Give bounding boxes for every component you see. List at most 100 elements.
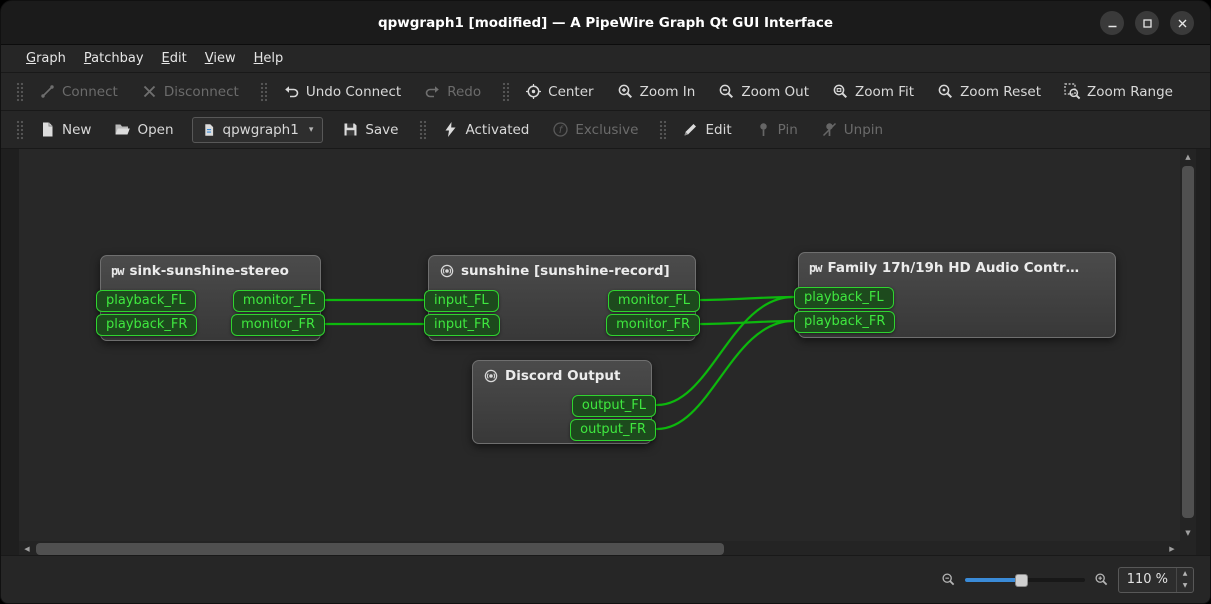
node-header: sunshine [sunshine-record] — [429, 256, 695, 283]
unpin-label: Unpin — [844, 122, 883, 138]
zoom-reset-icon — [937, 83, 954, 100]
port-playback-fl[interactable]: playback_FL — [794, 287, 894, 309]
pin-icon — [755, 121, 772, 138]
zoom-reset-label: Zoom Reset — [960, 84, 1041, 100]
menu-help[interactable]: Help — [245, 47, 293, 70]
undo-icon — [283, 83, 300, 100]
toolbar-drag-handle[interactable] — [659, 120, 666, 140]
zoom-slider-handle[interactable] — [1015, 574, 1028, 587]
undo-connect-button[interactable]: Undo Connect — [274, 78, 410, 105]
patchbay-file-icon — [202, 123, 216, 137]
port-input-fr[interactable]: input_FR — [424, 314, 500, 336]
open-button[interactable]: Open — [105, 116, 182, 143]
zoom-spinbox[interactable]: 110 % ▲ ▼ — [1118, 567, 1194, 593]
node-sink-sunshine-stereo[interactable]: pw sink-sunshine-stereo playback_FL play… — [100, 255, 321, 341]
unpin-button[interactable]: Unpin — [812, 116, 892, 143]
zoom-slider[interactable] — [965, 573, 1085, 587]
connect-button[interactable]: Connect — [30, 78, 127, 105]
zoom-in-small-icon[interactable] — [1094, 572, 1109, 587]
node-title: sunshine [sunshine-record] — [461, 263, 670, 279]
save-button[interactable]: Save — [333, 116, 407, 143]
menu-graph[interactable]: Graph — [17, 47, 75, 70]
window-title: qpwgraph1 [modified] — A PipeWire Graph … — [1, 1, 1210, 45]
toolbar-drag-handle[interactable] — [502, 82, 509, 102]
disconnect-label: Disconnect — [164, 84, 239, 100]
activated-bolt-icon — [442, 121, 459, 138]
zoom-in-label: Zoom In — [640, 84, 696, 100]
zoom-out-button[interactable]: Zoom Out — [709, 78, 818, 105]
new-button[interactable]: New — [30, 116, 100, 143]
toolbar-drag-handle[interactable] — [419, 120, 426, 140]
port-playback-fr[interactable]: playback_FR — [96, 314, 197, 336]
node-family-hd-audio[interactable]: pw Family 17h/19h HD Audio Contr… playba… — [798, 252, 1116, 338]
pipewire-icon: pw — [111, 264, 123, 278]
disconnect-button[interactable]: Disconnect — [132, 78, 248, 105]
svg-text:f: f — [559, 125, 564, 136]
exclusive-icon: f — [552, 121, 569, 138]
port-output-fl[interactable]: output_FL — [572, 395, 656, 417]
scroll-up-arrow[interactable]: ▲ — [1180, 149, 1196, 165]
connect-icon — [39, 83, 56, 100]
port-monitor-fl[interactable]: monitor_FL — [608, 290, 700, 312]
zoom-range-button[interactable]: Zoom Range — [1055, 78, 1182, 105]
chevron-down-icon: ▾ — [309, 125, 314, 135]
status-bar: 110 % ▲ ▼ — [1, 555, 1210, 603]
toolbar-drag-handle[interactable] — [16, 82, 23, 102]
pin-label: Pin — [778, 122, 798, 138]
toolbar-drag-handle[interactable] — [16, 120, 23, 140]
maximize-button[interactable] — [1135, 11, 1159, 35]
horizontal-scrollbar-handle[interactable] — [36, 543, 724, 555]
node-header: pw Family 17h/19h HD Audio Contr… — [799, 253, 1115, 280]
zoom-out-small-icon[interactable] — [941, 572, 956, 587]
menu-view[interactable]: View — [196, 47, 245, 70]
edit-toggle[interactable]: Edit — [673, 116, 740, 143]
main-toolbar: Connect Disconnect Undo Connect Redo — [1, 73, 1210, 111]
node-discord-output[interactable]: Discord Output output_FL output_FR — [472, 360, 652, 444]
redo-icon — [424, 83, 441, 100]
center-button[interactable]: Center — [516, 78, 602, 105]
zoom-in-button[interactable]: Zoom In — [608, 78, 705, 105]
activated-toggle[interactable]: Activated — [433, 116, 538, 143]
node-header: Discord Output — [473, 361, 651, 388]
toolbar-drag-handle[interactable] — [260, 82, 267, 102]
vertical-scrollbar[interactable]: ▲ ▼ — [1180, 149, 1196, 541]
port-monitor-fl[interactable]: monitor_FL — [233, 290, 325, 312]
exclusive-toggle[interactable]: f Exclusive — [543, 116, 647, 143]
edit-label: Edit — [705, 122, 731, 138]
port-playback-fl[interactable]: playback_FL — [96, 290, 196, 312]
pin-button[interactable]: Pin — [746, 116, 807, 143]
zoom-out-label: Zoom Out — [741, 84, 809, 100]
zoom-value: 110 % — [1119, 572, 1176, 587]
graph-canvas[interactable]: pw sink-sunshine-stereo playback_FL play… — [19, 149, 1180, 541]
zoom-reset-button[interactable]: Zoom Reset — [928, 78, 1050, 105]
menu-patchbay[interactable]: Patchbay — [75, 47, 153, 70]
port-output-fr[interactable]: output_FR — [570, 419, 656, 441]
center-label: Center — [548, 84, 593, 100]
save-label: Save — [365, 122, 398, 138]
edit-pencil-icon — [682, 121, 699, 138]
scroll-down-arrow[interactable]: ▼ — [1180, 525, 1196, 541]
port-input-fl[interactable]: input_FL — [424, 290, 499, 312]
zoom-range-label: Zoom Range — [1087, 84, 1173, 100]
unpin-icon — [821, 121, 838, 138]
app-window: qpwgraph1 [modified] — A PipeWire Graph … — [0, 0, 1211, 604]
vertical-scrollbar-handle[interactable] — [1182, 166, 1194, 518]
menu-edit[interactable]: Edit — [153, 47, 196, 70]
spin-down-button[interactable]: ▼ — [1177, 580, 1193, 592]
node-title: Discord Output — [505, 368, 620, 384]
zoom-fit-label: Zoom Fit — [855, 84, 914, 100]
close-button[interactable] — [1170, 11, 1194, 35]
port-monitor-fr[interactable]: monitor_FR — [606, 314, 700, 336]
minimize-button[interactable] — [1100, 11, 1124, 35]
patchbay-profile-combobox[interactable]: qpwgraph1 ▾ — [192, 117, 324, 143]
open-label: Open — [137, 122, 173, 138]
zoom-fit-button[interactable]: Zoom Fit — [823, 78, 923, 105]
center-icon — [525, 83, 542, 100]
port-playback-fr[interactable]: playback_FR — [794, 311, 895, 333]
node-sunshine[interactable]: sunshine [sunshine-record] input_FL inpu… — [428, 255, 696, 341]
port-monitor-fr[interactable]: monitor_FR — [231, 314, 325, 336]
spin-up-button[interactable]: ▲ — [1177, 568, 1193, 580]
redo-button[interactable]: Redo — [415, 78, 490, 105]
patchbay-profile-value: qpwgraph1 — [223, 122, 299, 138]
zoom-in-icon — [617, 83, 634, 100]
